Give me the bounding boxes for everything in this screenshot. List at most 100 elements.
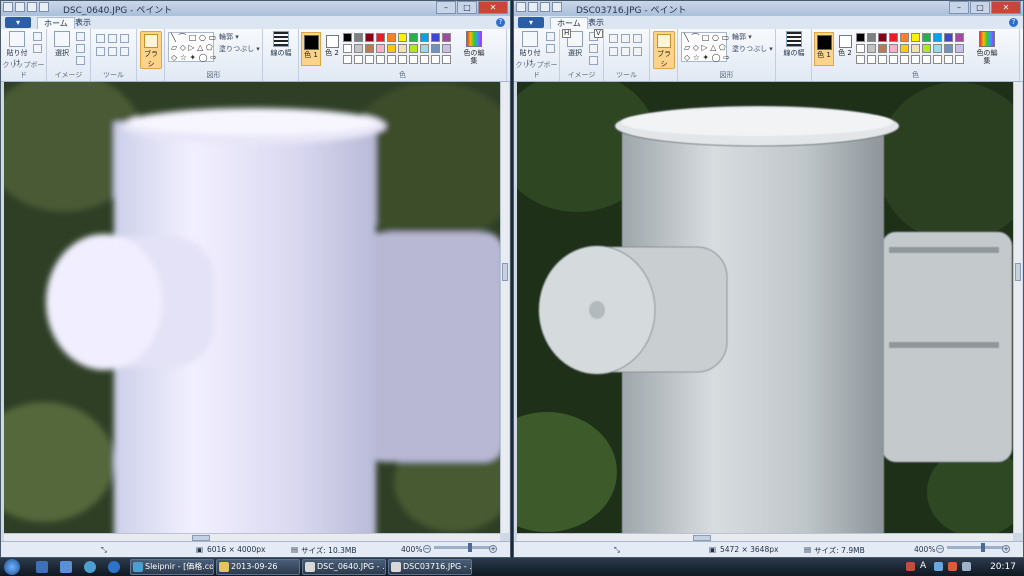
color1-button[interactable]: 色 1 [814,32,834,66]
pencil-icon[interactable] [609,34,618,43]
taskbar-item-folder[interactable]: 2013-09-26 [216,559,300,575]
palette-swatch[interactable] [911,55,920,64]
zoom-in-button[interactable]: + [1002,545,1010,553]
palette-swatch[interactable] [420,44,429,53]
palette-swatch[interactable] [955,55,964,64]
palette-swatch[interactable] [911,33,920,42]
palette-swatch[interactable] [387,55,396,64]
color-picker-icon[interactable] [621,47,630,56]
palette-swatch[interactable] [354,44,363,53]
palette-swatch[interactable] [442,44,451,53]
copy-icon[interactable] [33,44,42,53]
palette-swatch[interactable] [376,55,385,64]
line-width-button[interactable]: 線の幅 [267,31,295,58]
palette-swatch[interactable] [900,55,909,64]
file-menu-button[interactable]: ▾ [5,17,31,28]
close-button[interactable]: ✕ [991,1,1021,14]
palette-swatch[interactable] [867,44,876,53]
vertical-scrollbar[interactable] [1013,82,1022,533]
palette-swatch[interactable] [431,55,440,64]
zoom-out-button[interactable]: − [423,545,431,553]
vertical-scroll-thumb[interactable] [1015,263,1021,281]
file-menu-button[interactable]: ▾ [518,17,544,28]
palette-swatch[interactable] [856,33,865,42]
minimize-button[interactable]: – [436,1,456,14]
drawing-canvas[interactable] [517,82,1013,533]
explorer-icon[interactable] [60,561,72,573]
clock[interactable]: 20:17 [990,562,1016,572]
save-icon[interactable] [528,2,538,12]
select-button[interactable]: 選択 [51,31,73,58]
taskbar-item-sleipnir[interactable]: Sleipnir - [価格.co... [130,559,214,575]
fill-bucket-icon[interactable] [621,34,630,43]
text-icon[interactable] [120,34,129,43]
palette-swatch[interactable] [343,55,352,64]
magnifier-icon[interactable] [633,47,642,56]
palette-swatch[interactable] [354,55,363,64]
palette-swatch[interactable] [365,33,374,42]
text-icon[interactable] [633,34,642,43]
palette-swatch[interactable] [922,55,931,64]
help-icon[interactable]: ? [496,18,505,27]
color-picker-icon[interactable] [108,47,117,56]
palette-swatch[interactable] [933,55,942,64]
rotate-icon[interactable] [589,56,598,65]
palette-swatch[interactable] [922,33,931,42]
resize-icon[interactable] [76,44,85,53]
palette-swatch[interactable] [398,33,407,42]
palette-swatch[interactable] [387,33,396,42]
palette-swatch[interactable] [944,44,953,53]
palette-swatch[interactable] [409,33,418,42]
magnifier-icon[interactable] [120,47,129,56]
ime-indicator[interactable]: A [920,562,929,571]
palette-swatch[interactable] [889,55,898,64]
network-icon[interactable] [934,562,943,571]
palette-swatch[interactable] [409,44,418,53]
taskbar-item-paint-right[interactable]: DSC03716.JPG - ... [388,559,472,575]
palette-swatch[interactable] [878,55,887,64]
title-bar[interactable]: DSC_0640.JPG - ペイント – □ ✕ [1,1,510,16]
palette-swatch[interactable] [365,44,374,53]
sleipnir-icon[interactable] [84,561,96,573]
title-bar[interactable]: DSC03716.JPG - ペイント – □ ✕ [514,1,1023,16]
undo-icon[interactable] [540,2,550,12]
zoom-slider[interactable] [947,543,1003,552]
palette-swatch[interactable] [431,33,440,42]
taskbar-item-paint-left[interactable]: DSC_0640.JPG - ... [302,559,386,575]
copy-icon[interactable] [546,44,555,53]
maximize-button[interactable]: □ [970,1,990,14]
zoom-slider[interactable] [434,543,490,552]
palette-swatch[interactable] [955,33,964,42]
vertical-scrollbar[interactable] [500,82,509,533]
tab-view[interactable]: 表示 [69,17,97,29]
palette-swatch[interactable] [856,55,865,64]
fill-button[interactable]: 塗りつぶし ▾ [219,44,260,54]
palette-swatch[interactable] [944,33,953,42]
save-icon[interactable] [15,2,25,12]
palette-swatch[interactable] [889,33,898,42]
palette-swatch[interactable] [376,44,385,53]
palette-swatch[interactable] [944,55,953,64]
palette-swatch[interactable] [911,44,920,53]
palette-swatch[interactable] [922,44,931,53]
palette-swatch[interactable] [420,55,429,64]
palette-swatch[interactable] [442,55,451,64]
outline-button[interactable]: 輪郭 ▾ [219,32,239,42]
ie-icon[interactable] [108,561,120,573]
brush-button[interactable]: ブラシ [653,31,675,69]
palette-swatch[interactable] [442,33,451,42]
rotate-icon[interactable] [76,56,85,65]
zoom-slider-knob[interactable] [468,543,472,552]
pencil-icon[interactable] [96,34,105,43]
paint-app-icon[interactable] [516,2,526,12]
shapes-gallery[interactable]: ╲ ⌒ □ ○ ▭ ▱ ◇ ▷ △ ⬠ ◇ ☆ ✦ ◯ ⇨ [168,32,217,62]
fill-bucket-icon[interactable] [108,34,117,43]
tray-app-icon[interactable] [906,562,915,571]
palette-swatch[interactable] [387,44,396,53]
edit-colors-button[interactable]: 色の編集 [976,31,998,65]
outline-button[interactable]: 輪郭 ▾ [732,32,752,42]
shapes-gallery[interactable]: ╲ ⌒ □ ○ ▭ ▱ ◇ ▷ △ ⬠ ◇ ☆ ✦ ◯ ⇨ [681,32,730,62]
help-icon[interactable]: ? [1009,18,1018,27]
undo-icon[interactable] [27,2,37,12]
zoom-in-button[interactable]: + [489,545,497,553]
